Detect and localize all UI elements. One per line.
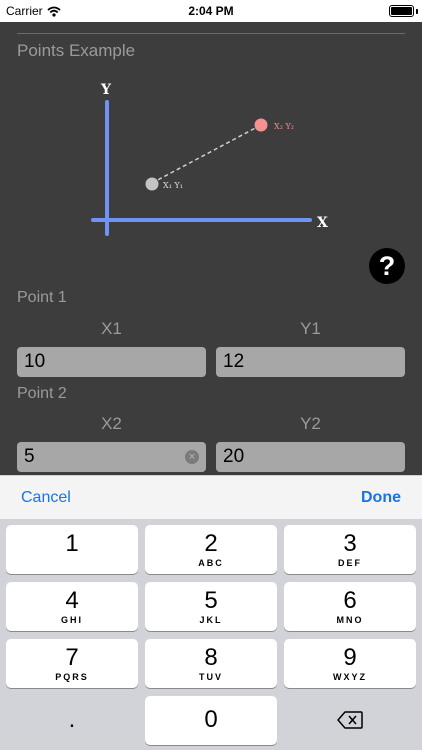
key-2-letters: ABC	[198, 558, 224, 568]
key-4-digit: 4	[65, 587, 79, 614]
key-7-digit: 7	[65, 644, 79, 671]
key-3-letters: DEF	[338, 558, 362, 568]
key-5[interactable]: 5 JKL	[145, 582, 277, 631]
status-bar: Carrier 2:04 PM	[0, 0, 422, 22]
key-3[interactable]: 3 DEF	[284, 525, 416, 574]
key-decimal-label: .	[68, 706, 76, 733]
keyboard-accessory-bar: Cancel Done	[0, 475, 422, 519]
x-axis-label: X	[317, 215, 328, 231]
key-8[interactable]: 8 TUV	[145, 639, 277, 688]
key-4-letters: GHI	[60, 615, 83, 625]
clear-text-icon[interactable]: ×	[185, 450, 199, 464]
key-4[interactable]: 4 GHI	[6, 582, 138, 631]
connector-dash	[151, 124, 262, 184]
point1-label: X₁ Y₁	[163, 181, 183, 190]
key-1[interactable]: 1	[6, 525, 138, 574]
x1-label: X1	[101, 319, 122, 338]
key-0-digit: 0	[204, 706, 218, 733]
key-2-digit: 2	[204, 530, 218, 557]
key-1-digit: 1	[65, 530, 79, 557]
y2-label: Y2	[300, 414, 321, 433]
x2-label: X2	[101, 414, 122, 433]
key-2[interactable]: 2 ABC	[145, 525, 277, 574]
y-axis-label: Y	[100, 82, 112, 98]
point1-title: Point 1	[17, 289, 67, 306]
cancel-button[interactable]: Cancel	[21, 489, 71, 507]
key-5-digit: 5	[204, 587, 218, 614]
x2-field-value: 5	[24, 446, 35, 467]
point2-label: X₂ Y₂	[274, 122, 294, 131]
key-5-letters: JKL	[199, 615, 223, 625]
x1-field[interactable]: 10	[17, 347, 206, 377]
status-time: 2:04 PM	[188, 4, 234, 18]
key-decimal[interactable]: .	[6, 696, 138, 745]
help-button[interactable]: ?	[369, 248, 405, 284]
key-6-letters: MNO	[336, 615, 364, 625]
key-8-letters: TUV	[199, 672, 223, 682]
points-diagram: Y X X₁ Y₁ X₂ Y₂	[91, 82, 328, 236]
y2-field[interactable]: 20	[216, 442, 405, 472]
x2-field[interactable]: 5 ×	[17, 442, 206, 472]
key-9-digit: 9	[343, 644, 357, 671]
point2-title: Point 2	[17, 385, 67, 402]
point1-marker	[145, 177, 159, 191]
key-9[interactable]: 9 WXYZ	[284, 639, 416, 688]
key-0[interactable]: 0	[145, 696, 277, 745]
key-9-letters: WXYZ	[333, 672, 367, 682]
y1-label: Y1	[300, 319, 321, 338]
key-6[interactable]: 6 MNO	[284, 582, 416, 631]
delete-key[interactable]	[284, 696, 416, 745]
key-8-digit: 8	[204, 644, 218, 671]
key-3-digit: 3	[343, 530, 357, 557]
key-7[interactable]: 7 PQRS	[6, 639, 138, 688]
done-button[interactable]: Done	[361, 489, 401, 507]
key-6-digit: 6	[343, 587, 357, 614]
key-7-letters: PQRS	[55, 672, 89, 682]
main-content: Points Example Y X X₁ Y₁ X₂ Y₂ ? Point 1…	[0, 22, 422, 475]
number-keypad: 1 2 ABC 3 DEF 4 GHI 5 JKL 6 MNO 7 PQRS 8…	[0, 519, 422, 750]
battery-tip	[416, 9, 418, 14]
battery-icon	[389, 5, 414, 17]
point2-marker	[254, 118, 268, 132]
delete-backspace-icon	[337, 711, 363, 729]
y1-field[interactable]: 12	[216, 347, 405, 377]
